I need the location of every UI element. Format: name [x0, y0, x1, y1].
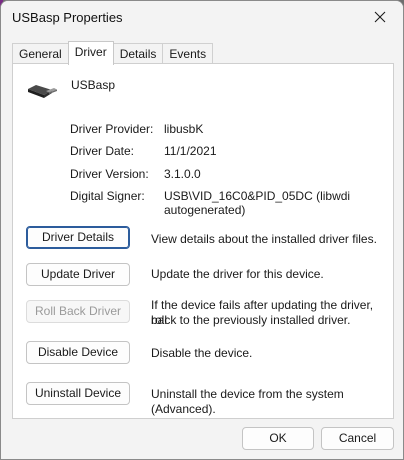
- ok-button[interactable]: OK: [242, 427, 314, 450]
- uninstall-device-description: Uninstall the device from the system (Ad…: [151, 387, 344, 416]
- update-driver-description: Update the driver for this device.: [151, 267, 324, 281]
- driver-provider-value: libusbK: [164, 122, 204, 136]
- cancel-button[interactable]: Cancel: [321, 427, 394, 450]
- device-name: USBasp: [71, 78, 116, 92]
- tab-events[interactable]: Events: [162, 43, 214, 64]
- close-icon: [374, 11, 386, 23]
- close-button[interactable]: [357, 1, 403, 33]
- update-driver-button[interactable]: Update Driver: [26, 263, 130, 286]
- disable-device-button[interactable]: Disable Device: [26, 341, 130, 364]
- usb-cable-icon: [28, 85, 57, 98]
- digital-signer-value-line1: USB\VID_16C0&PID_05DC (libwdi: [164, 189, 351, 203]
- driver-details-button[interactable]: Driver Details: [26, 226, 130, 249]
- tab-strip: General Driver Details Events: [12, 41, 214, 65]
- title-bar[interactable]: USBasp Properties: [1, 1, 403, 35]
- tab-general[interactable]: General: [12, 43, 69, 64]
- uninstall-device-button[interactable]: Uninstall Device: [26, 382, 130, 405]
- driver-version-label: Driver Version:: [70, 167, 149, 181]
- driver-provider-label: Driver Provider:: [70, 122, 154, 136]
- digital-signer-value-line2: autogenerated): [164, 203, 246, 217]
- driver-version-value: 3.1.0.0: [164, 167, 201, 181]
- digital-signer-label: Digital Signer:: [70, 189, 145, 203]
- driver-date-value: 11/1/2021: [164, 144, 217, 158]
- driver-details-description: View details about the installed driver …: [151, 232, 377, 246]
- roll-back-description-line2: back to the previously installed driver.: [151, 313, 351, 327]
- tab-driver[interactable]: Driver: [67, 41, 114, 65]
- tab-details[interactable]: Details: [112, 43, 164, 64]
- properties-dialog: USBasp Properties General Driver Details…: [0, 0, 404, 460]
- disable-device-description: Disable the device.: [151, 346, 253, 360]
- roll-back-driver-button[interactable]: Roll Back Driver: [26, 300, 130, 323]
- window-title: USBasp Properties: [12, 10, 123, 25]
- driver-date-label: Driver Date:: [70, 144, 135, 158]
